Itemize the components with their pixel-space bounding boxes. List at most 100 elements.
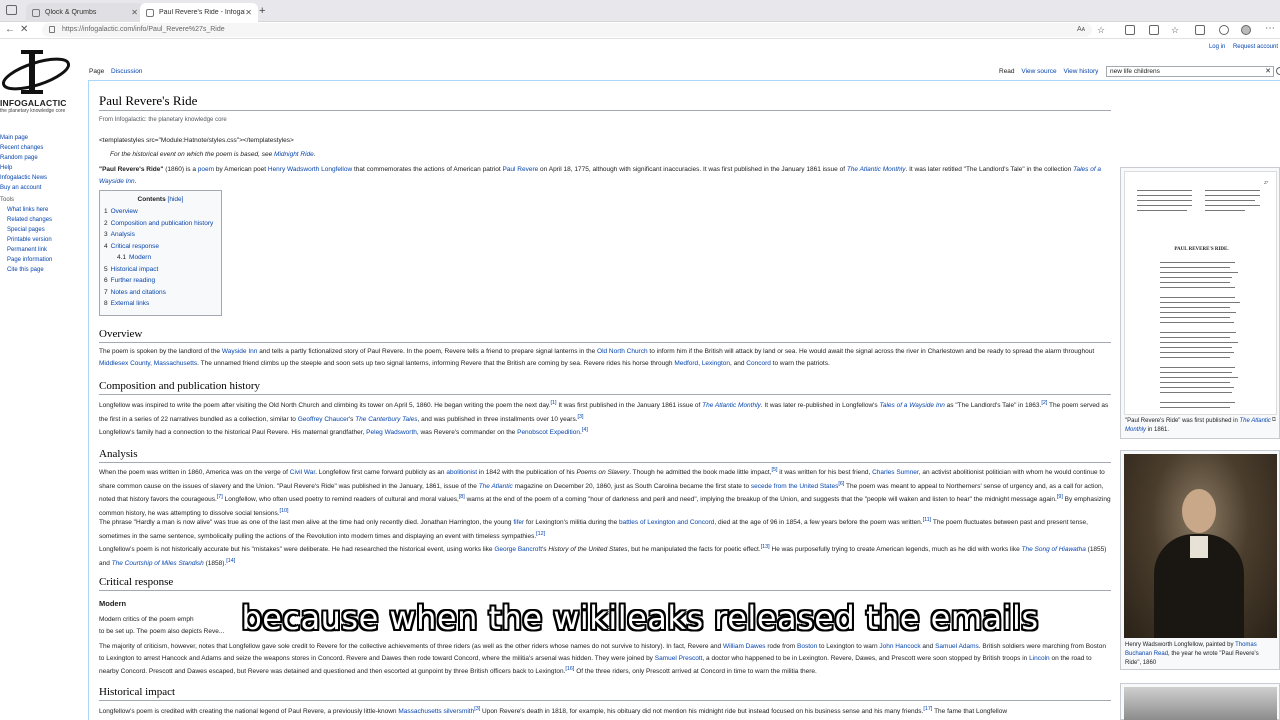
tab-page[interactable]: Page	[89, 68, 104, 75]
profile-avatar-icon[interactable]	[1241, 25, 1251, 35]
search-icon[interactable]	[1276, 67, 1280, 75]
link-john-hancock[interactable]: John Hancock	[879, 643, 920, 650]
sidebar-item-page-information[interactable]: Page information	[0, 255, 85, 265]
tab-actions-icon[interactable]	[6, 5, 17, 15]
sidebar-item-printable-version[interactable]: Printable version	[0, 235, 85, 245]
split-screen-icon[interactable]	[1149, 25, 1159, 35]
link-the-atlantic[interactable]: The Atlantic	[479, 483, 513, 490]
back-icon[interactable]: ←	[5, 24, 15, 35]
atlantic-page-image[interactable]: 27 PAUL REVERE'S RIDE.	[1124, 171, 1277, 415]
tab-view-source[interactable]: View source	[1021, 68, 1056, 75]
link-secede[interactable]: secede from the United States	[751, 483, 838, 490]
toc-item[interactable]: 7 Notes and citations	[104, 287, 217, 299]
link-wayside-inn[interactable]: Wayside Inn	[222, 348, 258, 355]
link-william-dawes[interactable]: William Dawes	[723, 643, 766, 650]
toc-item[interactable]: 8 External links	[104, 298, 217, 310]
third-figure-image[interactable]	[1124, 687, 1277, 720]
sidebar-item-random-page[interactable]: Random page	[0, 153, 85, 163]
longfellow-portrait-image[interactable]	[1124, 454, 1277, 638]
tab-infogalactic[interactable]: Paul Revere's Ride - Infogalactic ✕	[140, 3, 258, 22]
extensions-icon[interactable]	[1125, 25, 1135, 35]
toc-item[interactable]: 6 Further reading	[104, 275, 217, 287]
hatnote-link[interactable]: Midnight Ride	[274, 151, 314, 158]
link-boston[interactable]: Boston	[797, 643, 817, 650]
link-chaucer[interactable]: Geoffrey Chaucer	[298, 416, 349, 423]
login-link[interactable]: Log in	[1209, 44, 1225, 50]
stop-loading-icon[interactable]: ✕	[20, 24, 28, 35]
sidebar-item-infogalactic-news[interactable]: Infogalactic News	[0, 173, 85, 183]
tab-close-icon[interactable]: ✕	[131, 8, 138, 17]
citation-link[interactable]: [11]	[923, 517, 932, 523]
toc-item[interactable]: 3 Analysis	[104, 229, 217, 241]
link-peleg-wadsworth[interactable]: Peleg Wadsworth	[366, 429, 417, 436]
search-input[interactable]: new life childrens ✕	[1106, 66, 1274, 77]
text: , and was published in three installment…	[417, 415, 578, 423]
citation-link[interactable]: [3]	[578, 414, 584, 420]
link-battles-lexington-concord[interactable]: battles of Lexington and Concord	[619, 519, 714, 526]
link-abolitionist[interactable]: abolitionist	[446, 469, 477, 476]
browser-essentials-icon[interactable]	[1219, 25, 1229, 35]
tab-discussion[interactable]: Discussion	[111, 68, 142, 75]
link-courtship-miles-standish[interactable]: The Courtship of Miles Standish	[112, 560, 204, 567]
sidebar-item-what-links-here[interactable]: What links here	[0, 205, 85, 215]
link-canterbury-tales[interactable]: The Canterbury Tales	[355, 416, 417, 423]
link-charles-sumner[interactable]: Charles Sumner	[872, 469, 919, 476]
link-longfellow[interactable]: Henry Wadsworth Longfellow	[268, 166, 352, 173]
sidebar-item-cite-this-page[interactable]: Cite this page	[0, 265, 85, 275]
sidebar-item-related-changes[interactable]: Related changes	[0, 215, 85, 225]
link-poem[interactable]: poem	[198, 166, 214, 173]
new-tab-button[interactable]: +	[259, 5, 265, 17]
link-samuel-prescott[interactable]: Samuel Prescott	[655, 655, 703, 662]
link-tales-wayside-inn[interactable]: Tales of a Wayside Inn	[879, 402, 944, 409]
clear-search-icon[interactable]: ✕	[1265, 67, 1271, 75]
sidebar-item-main-page[interactable]: Main page	[0, 133, 85, 143]
toc-item[interactable]: 4.1 Modern	[104, 252, 217, 264]
link-old-north-church[interactable]: Old North Church	[597, 348, 648, 355]
more-options-icon[interactable]: ⋯	[1265, 23, 1275, 34]
toc-item[interactable]: 2 Composition and publication history	[104, 218, 217, 230]
link-middlesex-county[interactable]: Middlesex County, Massachusetts	[99, 360, 197, 367]
tab-close-icon[interactable]: ✕	[245, 8, 252, 17]
citation-link[interactable]: [10]	[280, 508, 289, 514]
link-atlantic-monthly[interactable]: The Atlantic Monthly	[847, 166, 906, 173]
link-lexington[interactable]: Lexington	[702, 360, 730, 367]
citation-link[interactable]: [12]	[536, 531, 545, 537]
citation-link[interactable]: [13]	[761, 544, 770, 550]
toc-item[interactable]: 1 Overview	[104, 206, 217, 218]
link-medford[interactable]: Medford	[674, 360, 698, 367]
tab-view-history[interactable]: View history	[1063, 68, 1098, 75]
link-lincoln[interactable]: Lincoln	[1029, 655, 1050, 662]
link-fifer[interactable]: fifer	[513, 519, 524, 526]
link-civil-war[interactable]: Civil War	[290, 469, 315, 476]
url-input[interactable]: https://infogalactic.com/info/Paul_Rever…	[42, 23, 1092, 37]
link-penobscot-expedition[interactable]: Penobscot Expedition	[517, 429, 580, 436]
favorite-star-icon[interactable]: ☆	[1097, 25, 1105, 36]
infogalactic-logo[interactable]: INFOGALACTIC the planetary knowledge cor…	[0, 44, 76, 120]
link-samuel-adams[interactable]: Samuel Adams	[935, 643, 979, 650]
sidebar-item-buy-account[interactable]: Buy an account	[0, 183, 85, 193]
link-massachusetts-silversmith[interactable]: Massachusetts silversmith	[398, 708, 474, 715]
collections-icon[interactable]	[1195, 25, 1205, 35]
sidebar-item-permanent-link[interactable]: Permanent link	[0, 245, 85, 255]
lock-icon	[49, 26, 55, 33]
request-account-link[interactable]: Request account	[1233, 44, 1278, 50]
toc-hide-link[interactable]: [hide]	[168, 196, 184, 203]
favorites-icon[interactable]: ☆	[1171, 25, 1179, 36]
toc-title: Contents	[137, 196, 166, 203]
toc-item[interactable]: 4 Critical response	[104, 241, 217, 253]
link-paul-revere[interactable]: Paul Revere	[502, 166, 538, 173]
tab-qlock[interactable]: Qlock & Qrumbs ✕	[26, 3, 144, 22]
tab-read[interactable]: Read	[999, 68, 1015, 75]
sidebar-item-recent-changes[interactable]: Recent changes	[0, 143, 85, 153]
sidebar-item-special-pages[interactable]: Special pages	[0, 225, 85, 235]
enlarge-icon[interactable]: ⧉	[1272, 417, 1276, 424]
link-song-of-hiawatha[interactable]: The Song of Hiawatha	[1022, 546, 1086, 553]
toc-item[interactable]: 5 Historical impact	[104, 264, 217, 276]
link-concord[interactable]: Concord	[746, 360, 771, 367]
citation-link[interactable]: [14]	[226, 558, 235, 564]
reader-view-icon[interactable]: Aᴀ	[1077, 26, 1085, 33]
sidebar-item-help[interactable]: Help	[0, 163, 85, 173]
citation-link[interactable]: [4]	[582, 427, 588, 433]
link-atlantic-monthly[interactable]: The Atlantic Monthly	[702, 402, 761, 409]
link-george-bancroft[interactable]: George Bancroft	[494, 546, 542, 553]
